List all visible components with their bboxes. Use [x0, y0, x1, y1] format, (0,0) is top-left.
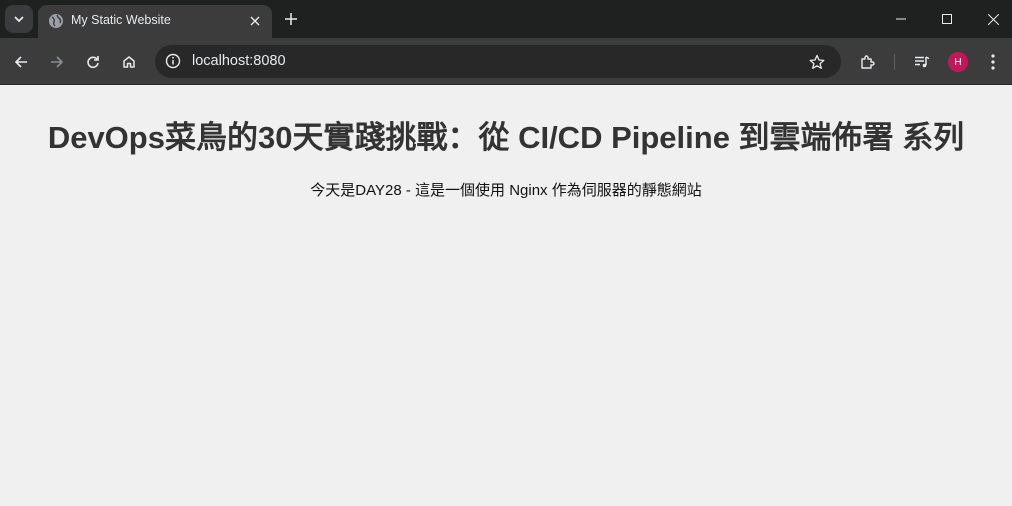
maximize-button[interactable] [924, 0, 970, 38]
page-heading: DevOps菜鳥的30天實踐挑戰：從 CI/CD Pipeline 到雲端佈署 … [47, 120, 965, 155]
minimize-icon [896, 18, 906, 20]
extensions-button[interactable] [854, 48, 882, 76]
info-icon [165, 53, 181, 69]
new-tab-button[interactable] [280, 8, 302, 30]
back-icon [14, 56, 27, 68]
active-tab[interactable]: My Static Website [38, 5, 272, 38]
menu-icon [991, 54, 995, 70]
maximize-icon [942, 14, 952, 24]
forward-button[interactable] [43, 48, 71, 76]
tab-close-button[interactable] [246, 12, 264, 30]
star-icon [809, 54, 825, 69]
profile-avatar[interactable]: H [948, 52, 968, 72]
browser-menu-button[interactable] [979, 48, 1007, 76]
tab-search-button[interactable] [5, 5, 33, 33]
site-info-button[interactable] [163, 51, 183, 71]
forward-icon [51, 56, 64, 68]
close-icon [250, 16, 260, 26]
window-close-button[interactable] [970, 0, 1012, 38]
media-icon [915, 56, 930, 68]
reload-button[interactable] [79, 48, 107, 76]
tab-strip: My Static Website [0, 0, 1012, 38]
back-button[interactable] [7, 48, 35, 76]
window-close-icon [987, 13, 999, 25]
home-icon [123, 56, 135, 68]
minimize-button[interactable] [878, 0, 924, 38]
browser-toolbar: localhost:8080 H [0, 38, 1012, 85]
toolbar-separator [894, 54, 895, 70]
tab-search-icon [14, 16, 24, 23]
home-button[interactable] [115, 48, 143, 76]
page-description: 今天是DAY28 - 這是一個使用 Nginx 作為伺服器的靜態網站 [310, 182, 702, 199]
tab-title: My Static Website [71, 13, 171, 27]
address-bar[interactable]: localhost:8080 [155, 45, 841, 78]
url-text[interactable]: localhost:8080 [192, 53, 286, 69]
extensions-icon [861, 55, 875, 69]
globe-icon [49, 14, 63, 28]
bookmark-button[interactable] [807, 52, 827, 72]
plus-icon [285, 13, 297, 25]
web-page: DevOps菜鳥的30天實踐挑戰：從 CI/CD Pipeline 到雲端佈署 … [0, 86, 1012, 506]
reload-icon [87, 56, 99, 69]
media-controls-button[interactable] [908, 48, 936, 76]
